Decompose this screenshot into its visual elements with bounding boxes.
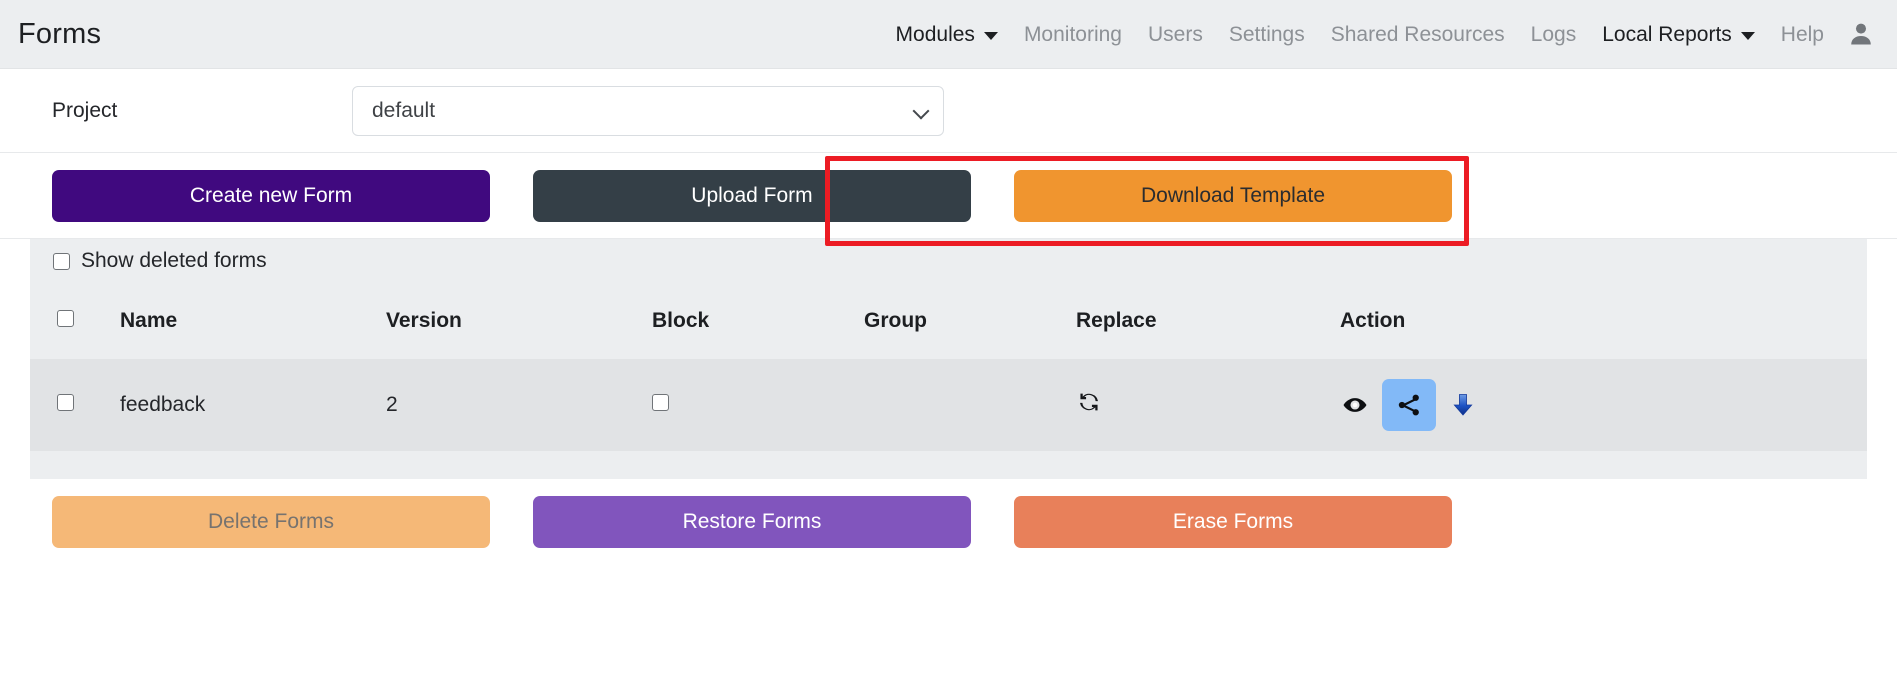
row-select-cell [30, 359, 120, 451]
nav-item-modules-label: Modules [896, 24, 975, 45]
download-template-button[interactable]: Download Template [1014, 170, 1452, 222]
top-navbar: Forms Modules Monitoring Users Settings … [0, 0, 1897, 69]
nav-item-shared-resources[interactable]: Shared Resources [1318, 24, 1518, 45]
project-label: Project [30, 99, 352, 123]
project-select-wrap: default [352, 86, 944, 136]
column-action: Action [1340, 283, 1867, 359]
table-header-row: Name Version Block Group Replace Action [30, 283, 1867, 359]
column-select-all [30, 283, 120, 359]
row-group [864, 359, 1076, 451]
erase-forms-button[interactable]: Erase Forms [1014, 496, 1452, 548]
forms-table-footer-band [30, 451, 1867, 479]
delete-forms-button[interactable]: Delete Forms [52, 496, 490, 548]
row-replace-cell [1076, 359, 1340, 451]
share-icon[interactable] [1382, 379, 1436, 431]
nav-item-modules[interactable]: Modules [883, 24, 1011, 45]
restore-forms-button[interactable]: Restore Forms [533, 496, 971, 548]
nav-item-help[interactable]: Help [1768, 24, 1837, 45]
chevron-down-icon [1741, 32, 1755, 40]
forms-table: Name Version Block Group Replace Action … [30, 283, 1867, 451]
forms-table-body: feedback 2 [30, 359, 1867, 451]
row-name: feedback [120, 359, 386, 451]
show-deleted-forms-row: Show deleted forms [30, 239, 1867, 283]
page-title: Forms [18, 18, 101, 51]
page-body: Project default Create new Form Upload F… [0, 69, 1897, 565]
nav-item-settings[interactable]: Settings [1216, 24, 1318, 45]
user-avatar-icon[interactable] [1847, 20, 1875, 48]
row-block-cell [652, 359, 864, 451]
row-version: 2 [386, 359, 652, 451]
select-all-checkbox[interactable] [57, 310, 74, 327]
main-nav: Modules Monitoring Users Settings Shared… [883, 20, 1875, 48]
column-block: Block [652, 283, 864, 359]
nav-item-local-reports-label: Local Reports [1602, 24, 1732, 45]
nav-item-logs[interactable]: Logs [1518, 24, 1590, 45]
upload-form-button[interactable]: Upload Form [533, 170, 971, 222]
column-replace: Replace [1076, 283, 1340, 359]
form-actions-toolbar: Create new Form Upload Form Download Tem… [0, 153, 1897, 239]
row-select-checkbox[interactable] [57, 394, 74, 411]
download-arrow-icon[interactable] [1448, 390, 1478, 420]
show-deleted-forms-checkbox[interactable] [53, 253, 70, 270]
table-row: feedback 2 [30, 359, 1867, 451]
nav-item-local-reports[interactable]: Local Reports [1589, 24, 1768, 45]
project-row: Project default [0, 69, 1897, 153]
create-new-form-button[interactable]: Create new Form [52, 170, 490, 222]
column-group: Group [864, 283, 1076, 359]
column-version: Version [386, 283, 652, 359]
refresh-icon[interactable] [1076, 389, 1102, 415]
row-action-buttons [1340, 379, 1867, 431]
nav-item-monitoring[interactable]: Monitoring [1011, 24, 1135, 45]
project-select[interactable]: default [352, 86, 944, 136]
forms-table-head: Name Version Block Group Replace Action [30, 283, 1867, 359]
column-name: Name [120, 283, 386, 359]
chevron-down-icon [984, 32, 998, 40]
nav-item-users[interactable]: Users [1135, 24, 1216, 45]
row-block-checkbox[interactable] [652, 394, 669, 411]
bulk-actions-toolbar: Delete Forms Restore Forms Erase Forms [0, 479, 1897, 565]
eye-icon[interactable] [1340, 390, 1370, 420]
row-action-cell [1340, 359, 1867, 451]
show-deleted-forms-label: Show deleted forms [81, 249, 267, 273]
